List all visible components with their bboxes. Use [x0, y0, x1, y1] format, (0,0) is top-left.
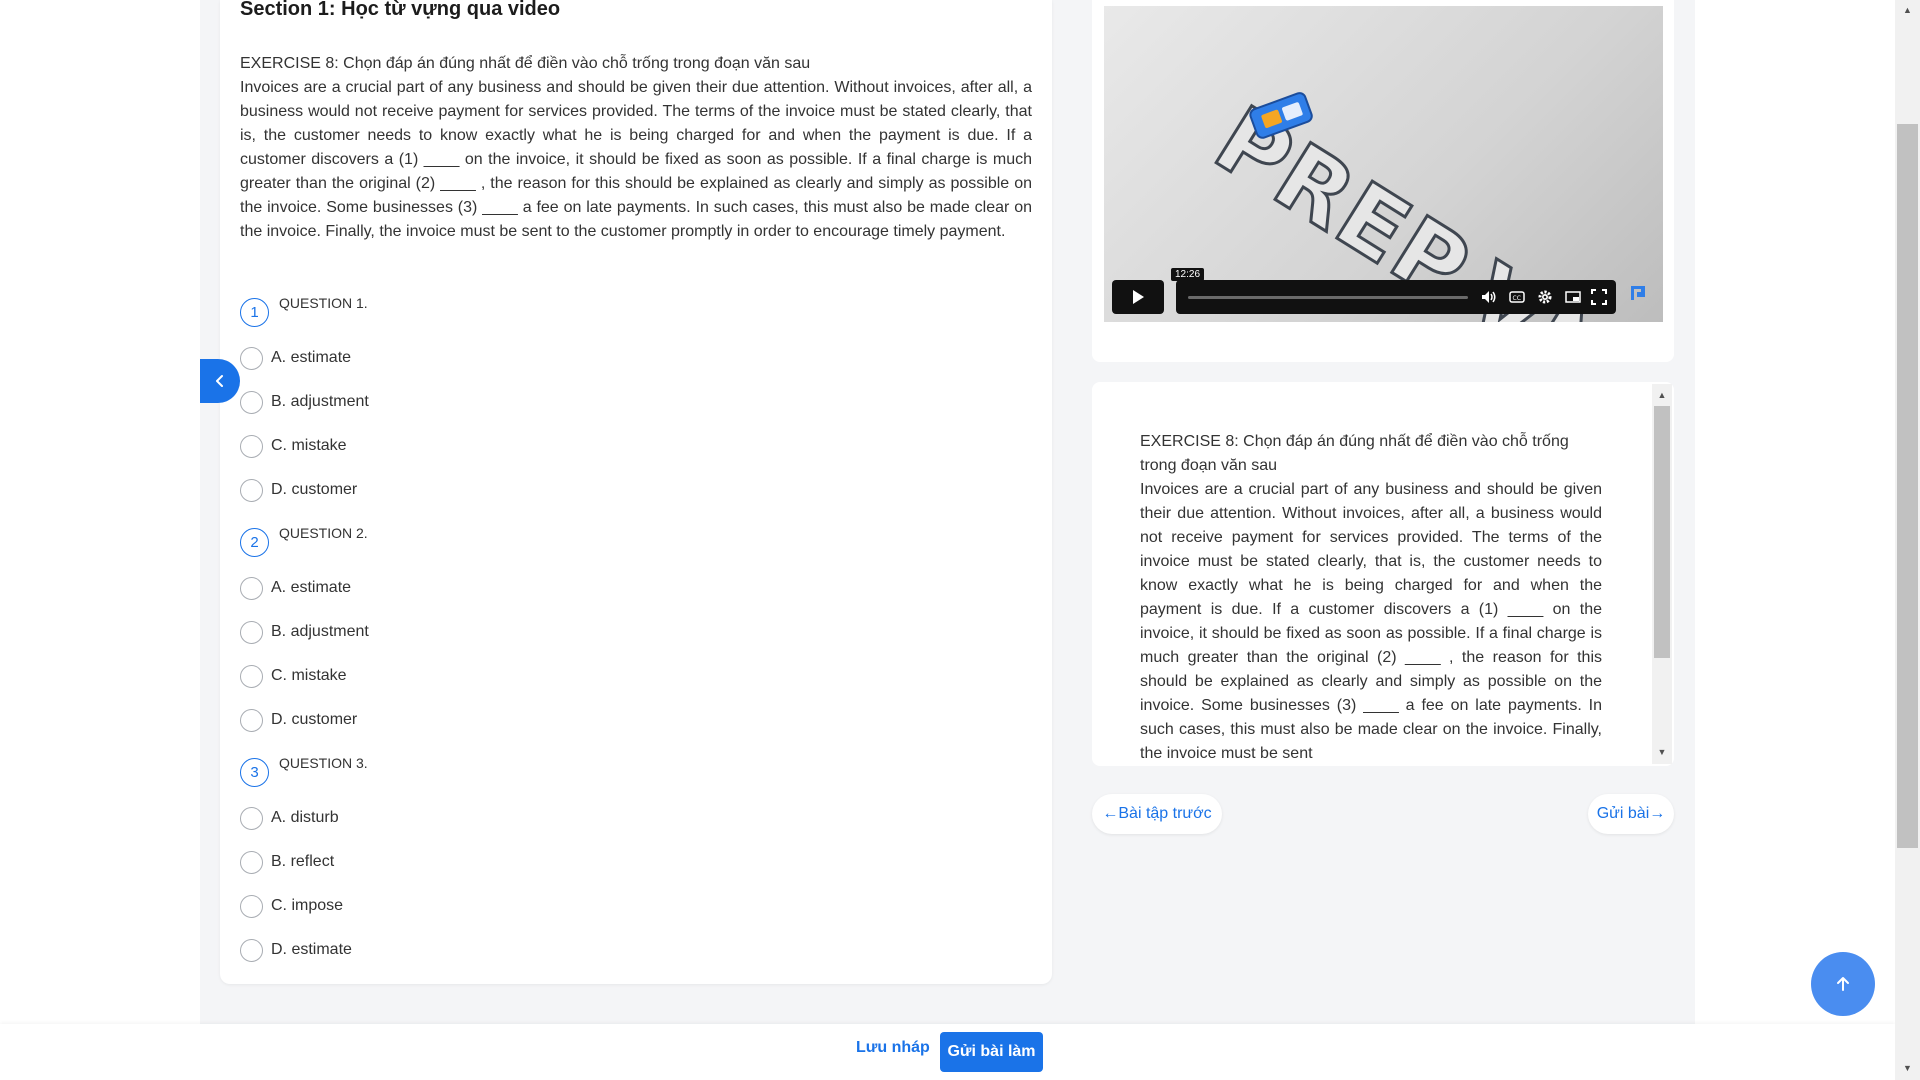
page-scrollbar-thumb[interactable] — [1897, 124, 1918, 848]
pip-button[interactable] — [1564, 288, 1582, 306]
answer-option[interactable]: B. reflect — [240, 840, 840, 884]
passage-text: EXERCISE 8: Chọn đáp án đúng nhất để điề… — [1140, 430, 1602, 764]
answer-option[interactable]: B. adjustment — [240, 380, 840, 424]
question-label: QUESTION 3. — [279, 755, 368, 771]
volume-button[interactable] — [1480, 288, 1498, 306]
answer-option[interactable]: B. adjustment — [240, 610, 840, 654]
question-label: QUESTION 1. — [279, 295, 368, 311]
answer-option[interactable]: D. customer — [240, 698, 840, 742]
scroll-down-arrow-icon[interactable]: ▼ — [1656, 746, 1668, 758]
option-label: B. adjustment — [271, 393, 369, 410]
radio-button[interactable] — [240, 664, 263, 688]
video-control-bar: CC — [1176, 280, 1616, 314]
question-number-badge: 3 — [240, 758, 269, 787]
submit-exercise-button[interactable]: Gửi bài→ — [1588, 794, 1674, 834]
radio-button[interactable] — [240, 806, 263, 830]
brand-watermark-icon — [1631, 286, 1645, 300]
scroll-to-top-button[interactable] — [1811, 952, 1875, 1016]
answer-option[interactable]: A. disturb — [240, 796, 840, 840]
radio-button[interactable] — [240, 346, 263, 370]
answer-option[interactable]: C. mistake — [240, 654, 840, 698]
save-draft-button[interactable]: Lưu nháp — [856, 1039, 930, 1057]
play-icon — [1133, 290, 1144, 304]
radio-button[interactable] — [240, 390, 263, 414]
radio-button[interactable] — [240, 894, 263, 918]
passage-body: Invoices are a crucial part of any busin… — [1140, 481, 1602, 762]
captions-button[interactable]: CC — [1508, 288, 1526, 306]
question-2: 2 QUESTION 2. A. estimate B. adjustment … — [240, 525, 840, 742]
answer-option[interactable]: C. mistake — [240, 424, 840, 468]
gear-icon — [1538, 290, 1552, 304]
option-label: B. adjustment — [271, 623, 369, 640]
radio-button[interactable] — [240, 708, 263, 732]
captions-icon: CC — [1509, 291, 1525, 303]
option-label: C. mistake — [271, 667, 347, 684]
passage-heading: EXERCISE 8: Chọn đáp án đúng nhất để điề… — [1140, 433, 1569, 474]
video-progress-bar[interactable] — [1188, 296, 1468, 299]
exercise-text: EXERCISE 8: Chọn đáp án đúng nhất để điề… — [240, 52, 1032, 244]
scroll-up-arrow-icon[interactable]: ▲ — [1656, 389, 1668, 401]
page-scroll-down-arrow-icon[interactable]: ▼ — [1901, 1062, 1914, 1075]
section-title: Section 1: Học từ vựng qua video — [240, 0, 561, 20]
pip-icon — [1565, 291, 1581, 303]
answer-option[interactable]: C. impose — [240, 884, 840, 928]
exercise-passage: Invoices are a crucial part of any busin… — [240, 79, 1032, 240]
chevron-left-icon — [216, 375, 223, 387]
video-controls: CC — [1112, 280, 1616, 314]
option-label: A. estimate — [271, 579, 352, 596]
radio-button[interactable] — [240, 850, 263, 874]
answer-option[interactable]: A. estimate — [240, 566, 840, 610]
answer-option[interactable]: D. customer — [240, 468, 840, 512]
previous-exercise-button[interactable]: ←Bài tập trước — [1092, 794, 1222, 834]
option-label: C. mistake — [271, 437, 347, 454]
prep-logo-icon — [1249, 92, 1313, 139]
option-label: A. disturb — [271, 809, 339, 826]
radio-button[interactable] — [240, 576, 263, 600]
passage-scrollbar-thumb[interactable] — [1654, 406, 1670, 658]
radio-button[interactable] — [240, 620, 263, 644]
option-label: C. impose — [271, 897, 344, 914]
answer-option[interactable]: A. estimate — [240, 336, 840, 380]
radio-button[interactable] — [240, 434, 263, 458]
radio-button[interactable] — [240, 478, 263, 502]
settings-button[interactable] — [1536, 288, 1554, 306]
fullscreen-button[interactable] — [1590, 288, 1608, 306]
fullscreen-icon — [1591, 289, 1607, 305]
answer-option[interactable]: D. estimate — [240, 928, 840, 972]
option-label: D. estimate — [271, 941, 352, 958]
radio-button[interactable] — [240, 938, 263, 962]
option-label: B. reflect — [271, 853, 335, 870]
exercise-heading: EXERCISE 8: Chọn đáp án đúng nhất để điề… — [240, 55, 811, 72]
page-scroll-up-arrow-icon[interactable]: ▲ — [1901, 4, 1914, 17]
svg-text:CC: CC — [1513, 295, 1521, 302]
option-label: D. customer — [271, 481, 358, 498]
question-1: 1 QUESTION 1. A. estimate B. adjustment … — [240, 295, 840, 512]
submit-button[interactable]: Gửi bài làm — [940, 1032, 1043, 1072]
question-label: QUESTION 2. — [279, 525, 368, 541]
question-number-badge: 1 — [240, 298, 269, 327]
play-button[interactable] — [1112, 280, 1164, 314]
volume-icon — [1482, 291, 1496, 303]
option-label: D. customer — [271, 711, 358, 728]
question-number-badge: 2 — [240, 528, 269, 557]
arrow-up-icon — [1837, 977, 1849, 991]
question-3: 3 QUESTION 3. A. disturb B. reflect C. i… — [240, 755, 840, 972]
option-label: A. estimate — [271, 349, 352, 366]
